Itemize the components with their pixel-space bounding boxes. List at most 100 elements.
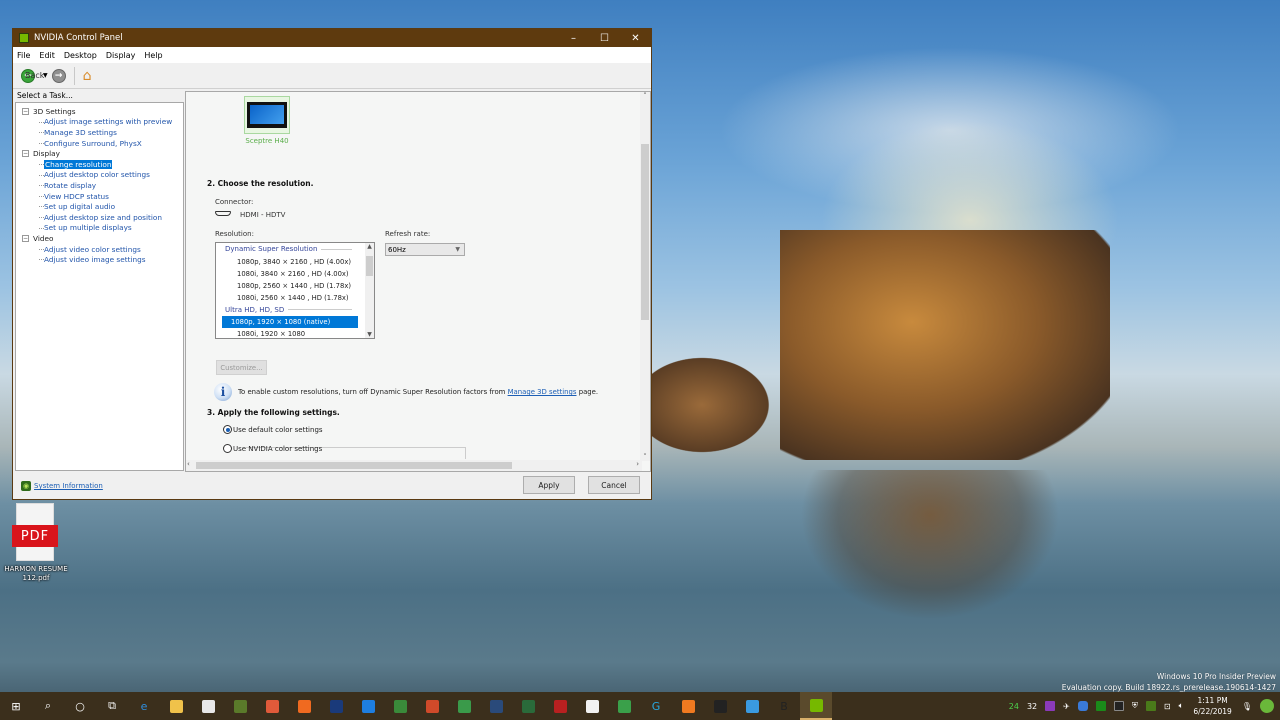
taskbar-app-b-icon[interactable]: B	[768, 692, 800, 720]
title-bar[interactable]: NVIDIA Control Panel – ☐ ✕	[13, 29, 651, 47]
menu-help[interactable]: Help	[144, 51, 162, 60]
apply-button[interactable]: Apply	[523, 476, 575, 494]
content-horizontal-scrollbar[interactable]: ‹ ›	[186, 460, 642, 471]
customize-button[interactable]: Customize...	[216, 360, 267, 375]
listbox-scrollbar[interactable]: ▲ ▼	[365, 243, 374, 338]
taskbar-cortana-icon[interactable]: ○	[64, 692, 96, 720]
content-vertical-scrollbar[interactable]: ˄ ˅	[640, 92, 650, 461]
scroll-down-icon[interactable]: ▼	[365, 331, 374, 338]
system-information-link[interactable]: System Information	[34, 482, 103, 490]
forward-arrow-icon[interactable]: →	[51, 68, 66, 83]
home-icon[interactable]: ⌂	[83, 68, 92, 84]
menu-desktop[interactable]: Desktop	[64, 51, 97, 60]
tree-item-configure-surround[interactable]: Configure Surround, PhysX	[16, 138, 183, 149]
menu-edit[interactable]: Edit	[39, 51, 55, 60]
taskbar-epic-games-icon[interactable]	[704, 692, 736, 720]
tray-volume-icon[interactable]: 🔈︎	[1179, 701, 1184, 711]
taskbar-search-icon[interactable]: ⌕	[32, 692, 64, 720]
taskbar-store-icon[interactable]	[192, 692, 224, 720]
tree-item-adjust-desktop-color[interactable]: Adjust desktop color settings	[16, 170, 183, 181]
desktop-pdf-file-name[interactable]: HARMON RESUME 112.pdf	[0, 565, 72, 583]
list-item-selected[interactable]: 1080p, 1920 × 1080 (native)	[222, 316, 358, 328]
tree-group-video[interactable]: − Video	[16, 233, 183, 244]
taskbar-terminal-icon[interactable]	[512, 692, 544, 720]
collapse-icon[interactable]: −	[22, 234, 29, 242]
tree-item-desktop-size[interactable]: Adjust desktop size and position	[16, 212, 183, 223]
scroll-left-icon[interactable]: ‹	[187, 460, 190, 468]
microphone-icon[interactable]: 🎙︎	[1242, 702, 1252, 711]
tray-display-icon[interactable]	[1045, 701, 1056, 711]
tray-car-icon[interactable]	[1077, 701, 1088, 711]
collapse-icon[interactable]: −	[22, 107, 29, 115]
tray-temp-2[interactable]: 32	[1027, 702, 1037, 711]
monitor-tile[interactable]	[244, 96, 290, 134]
taskbar-chrome-icon[interactable]	[608, 692, 640, 720]
tree-item-video-image[interactable]: Adjust video image settings	[16, 254, 183, 265]
tray-security-icon[interactable]: ⛨	[1132, 701, 1138, 711]
tray-network-icon[interactable]: ⊡	[1164, 702, 1171, 711]
list-item[interactable]: 1080i, 1920 × 1080	[222, 328, 358, 338]
taskbar-origin-icon[interactable]	[288, 692, 320, 720]
tray-temp-1[interactable]: 24	[1009, 702, 1019, 711]
taskbar-app-red-2-icon[interactable]	[544, 692, 576, 720]
resolution-listbox[interactable]: Dynamic Super Resolution 1080p, 3840 × 2…	[215, 242, 375, 339]
tree-item-manage-3d-settings[interactable]: Manage 3D settings	[16, 127, 183, 138]
taskbar-app-red-icon[interactable]	[256, 692, 288, 720]
taskbar-uplay-icon[interactable]	[352, 692, 384, 720]
scroll-right-icon[interactable]: ›	[636, 460, 639, 468]
taskbar-start-icon[interactable]: ⊞	[0, 692, 32, 720]
taskbar-app-multicolor-icon[interactable]	[448, 692, 480, 720]
taskbar-ccleaner-icon[interactable]	[416, 692, 448, 720]
close-button[interactable]: ✕	[620, 29, 651, 47]
taskbar-app-dark-blue-icon[interactable]	[320, 692, 352, 720]
tree-item-multiple-displays[interactable]: Set up multiple displays	[16, 223, 183, 234]
manage-3d-settings-link[interactable]: Manage 3D settings	[508, 388, 577, 396]
tree-item-change-resolution[interactable]: Change resolution	[16, 159, 183, 170]
taskbar-nvidia-icon[interactable]	[800, 692, 832, 720]
radio-default-color[interactable]	[223, 425, 232, 434]
taskbar-phone-icon[interactable]	[736, 692, 768, 720]
taskbar-firefox-icon[interactable]	[672, 692, 704, 720]
taskbar-logitech-icon[interactable]: G	[640, 692, 672, 720]
tree-group-display[interactable]: − Display	[16, 148, 183, 159]
list-item[interactable]: 1080p, 2560 × 1440 , HD (1.78x)	[222, 280, 358, 292]
collapse-icon[interactable]: −	[22, 150, 29, 158]
menu-file[interactable]: File	[17, 51, 30, 60]
tree-item-video-color[interactable]: Adjust video color settings	[16, 244, 183, 255]
taskbar-file-explorer-icon[interactable]	[160, 692, 192, 720]
list-item[interactable]: 1080i, 3840 × 2160 , HD (4.00x)	[222, 268, 358, 280]
horizontal-scroll-thumb[interactable]	[196, 462, 512, 469]
taskbar-task-view-icon[interactable]: ⧉	[96, 692, 128, 720]
list-item[interactable]: 1080p, 3840 × 2160 , HD (4.00x)	[222, 256, 358, 268]
taskbar-game-app-icon[interactable]	[224, 692, 256, 720]
taskbar-edge-icon[interactable]: e	[128, 692, 160, 720]
tray-ssd-icon[interactable]	[1113, 701, 1124, 711]
broadcast-icon[interactable]	[1260, 699, 1274, 713]
tree-item-view-hdcp[interactable]: View HDCP status	[16, 191, 183, 202]
cancel-button[interactable]: Cancel	[588, 476, 640, 494]
minimize-button[interactable]: –	[558, 29, 589, 47]
list-item[interactable]: 1080i, 2560 × 1440 , HD (1.78x)	[222, 292, 358, 304]
desktop-pdf-file[interactable]: PDF	[12, 503, 58, 565]
radio-nvidia-color[interactable]	[223, 444, 232, 453]
menu-display[interactable]: Display	[106, 51, 136, 60]
maximize-button[interactable]: ☐	[589, 29, 620, 47]
tree-item-adjust-image-settings[interactable]: Adjust image settings with preview	[16, 117, 183, 128]
listbox-scroll-thumb[interactable]	[366, 256, 373, 276]
scroll-up-icon[interactable]: ˄	[640, 92, 650, 100]
taskbar-steam-icon[interactable]	[480, 692, 512, 720]
radio-nvidia-color-label[interactable]: Use NVIDIA color settings	[233, 445, 322, 453]
scroll-up-icon[interactable]: ▲	[365, 243, 374, 250]
tray-airplane-icon[interactable]: ✈	[1063, 702, 1070, 711]
tree-item-digital-audio[interactable]: Set up digital audio	[16, 201, 183, 212]
refresh-rate-select[interactable]: 60Hz ▼	[385, 243, 465, 256]
back-button[interactable]: ← Back	[21, 68, 44, 83]
tree-item-rotate-display[interactable]: Rotate display	[16, 180, 183, 191]
vertical-scroll-thumb[interactable]	[641, 144, 649, 320]
tray-green-icon[interactable]	[1095, 701, 1106, 711]
radio-default-color-label[interactable]: Use default color settings	[233, 426, 323, 434]
taskbar-xbox-icon[interactable]	[384, 692, 416, 720]
taskbar-file-icon[interactable]	[576, 692, 608, 720]
tray-nvidia-icon[interactable]	[1145, 701, 1156, 711]
tree-group-3d-settings[interactable]: −3D Settings	[16, 106, 183, 117]
